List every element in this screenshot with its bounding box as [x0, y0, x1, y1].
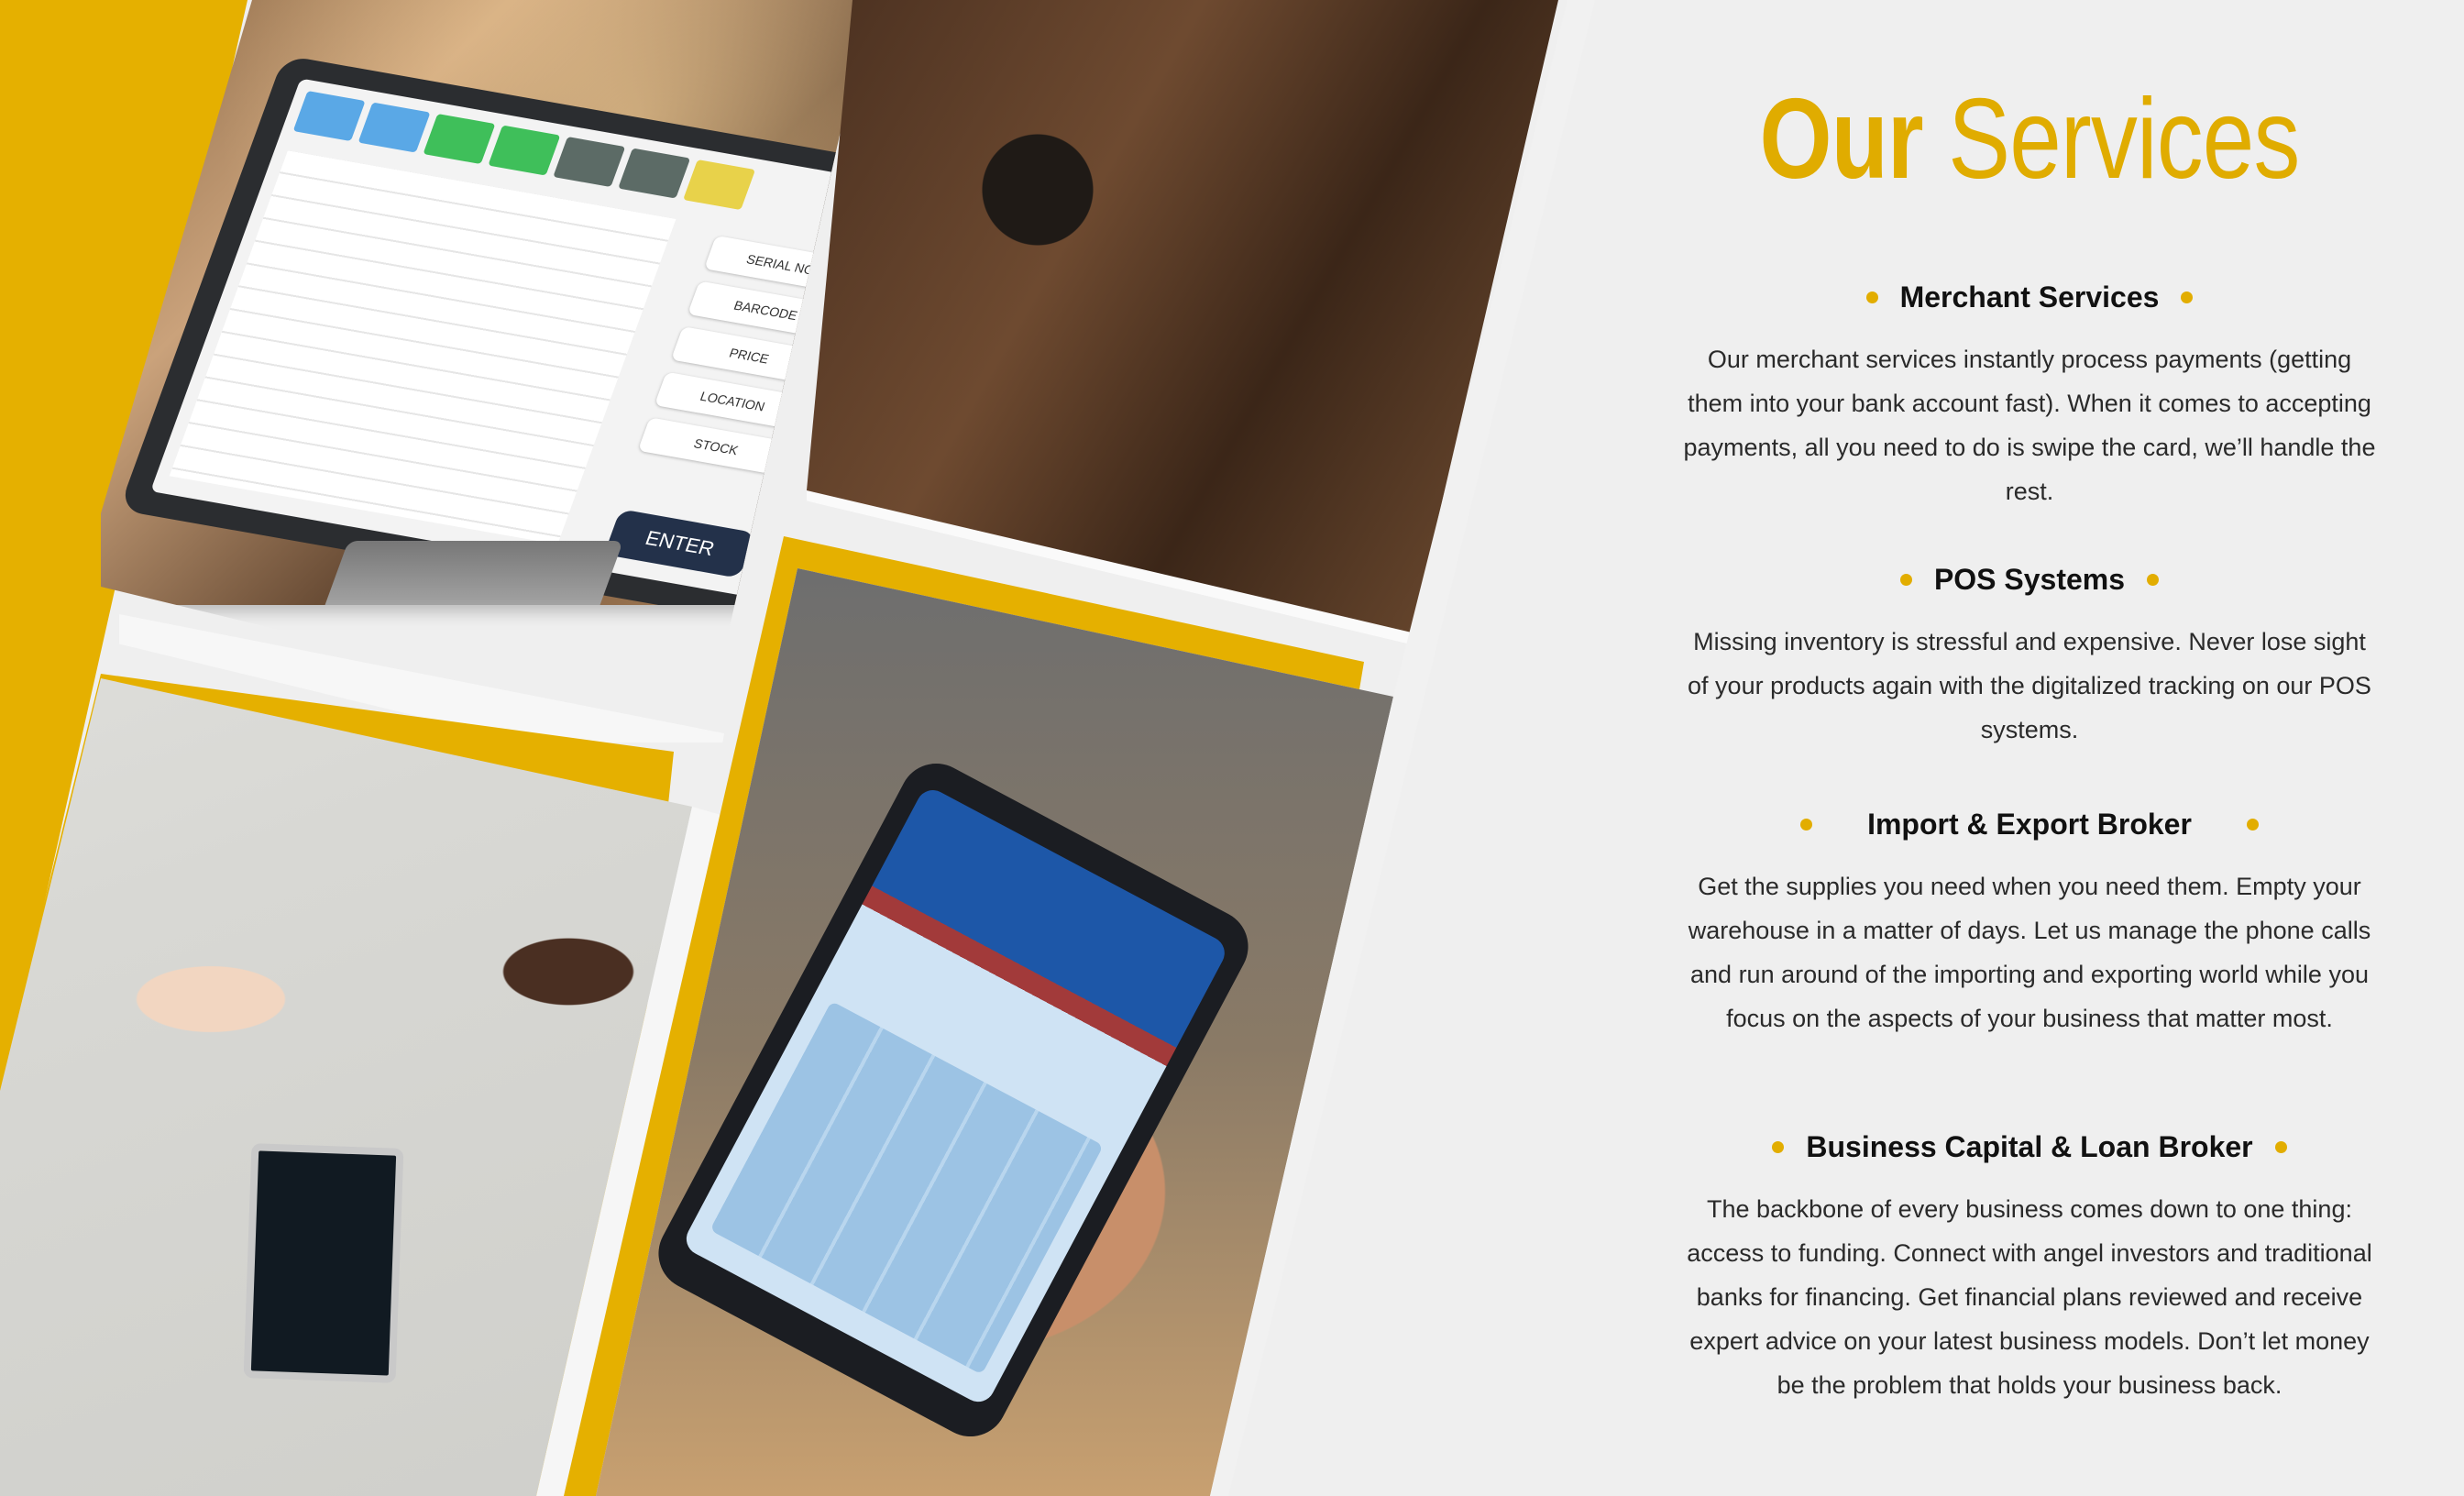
pos-terminal: SERIAL NO. BARCODE PRICE LOCATION STOCK … — [118, 55, 862, 605]
title-strong: Our — [1759, 76, 1923, 203]
service-heading: Import & Export Broker — [1595, 802, 2464, 846]
pos-tab — [423, 114, 496, 165]
phone-device — [645, 750, 1261, 1450]
service-heading: Merchant Services — [1595, 275, 2464, 319]
page: SERIAL NO. BARCODE PRICE LOCATION STOCK … — [0, 0, 2464, 1496]
service-body: Get the supplies you need when you need … — [1688, 873, 2371, 1032]
service-heading-label: Business Capital & Loan Broker — [1806, 1129, 2253, 1163]
monitor-illustration — [243, 1143, 404, 1383]
service-heading: Business Capital & Loan Broker — [1595, 1125, 2464, 1169]
service-body: Missing inventory is stressful and expen… — [1688, 628, 2371, 743]
service-body: Our merchant services instantly process … — [1683, 346, 2376, 505]
page-title: Our Services — [1673, 75, 2385, 204]
pos-screen: SERIAL NO. BARCODE PRICE LOCATION STOCK … — [150, 78, 862, 598]
pos-tab — [683, 160, 756, 211]
pos-tab — [292, 91, 366, 142]
service-pos: POS Systems Missing inventory is stressf… — [1595, 557, 2464, 752]
phone-screen — [680, 784, 1231, 1408]
services-panel: Our Services Merchant Services Our merch… — [1595, 0, 2464, 1496]
bullet-dot-icon — [2147, 573, 2160, 586]
service-body: The backbone of every business comes dow… — [1687, 1195, 2372, 1399]
pos-tab — [618, 148, 691, 199]
bullet-dot-icon — [2274, 1140, 2287, 1153]
bullet-dot-icon — [1865, 291, 1878, 303]
phone-keypad — [710, 1000, 1105, 1375]
service-heading-label: Merchant Services — [1899, 280, 2160, 314]
bullet-dot-icon — [2246, 818, 2259, 830]
service-capital-loan: Business Capital & Loan Broker The backb… — [1595, 1125, 2464, 1407]
pos-item-grid — [169, 150, 676, 544]
pos-tab — [553, 137, 626, 188]
pos-tab — [358, 102, 431, 153]
bullet-dot-icon — [1800, 818, 1813, 830]
pos-tab — [488, 125, 561, 176]
service-import-export: Import & Export Broker Get the supplies … — [1595, 802, 2464, 1040]
pos-enter-button: ENTER — [603, 509, 756, 578]
pos-button: STOCK — [637, 417, 795, 477]
bullet-dot-icon — [1899, 573, 1912, 586]
pos-stand — [311, 541, 624, 605]
service-heading-label: POS Systems — [1933, 562, 2126, 596]
bullet-dot-icon — [1772, 1140, 1785, 1153]
service-heading-label: Import & Export Broker — [1867, 807, 2192, 841]
service-heading: POS Systems — [1595, 557, 2464, 601]
bullet-dot-icon — [2181, 291, 2194, 303]
title-light: Services — [1948, 76, 2300, 203]
service-merchant: Merchant Services Our merchant services … — [1595, 275, 2464, 513]
